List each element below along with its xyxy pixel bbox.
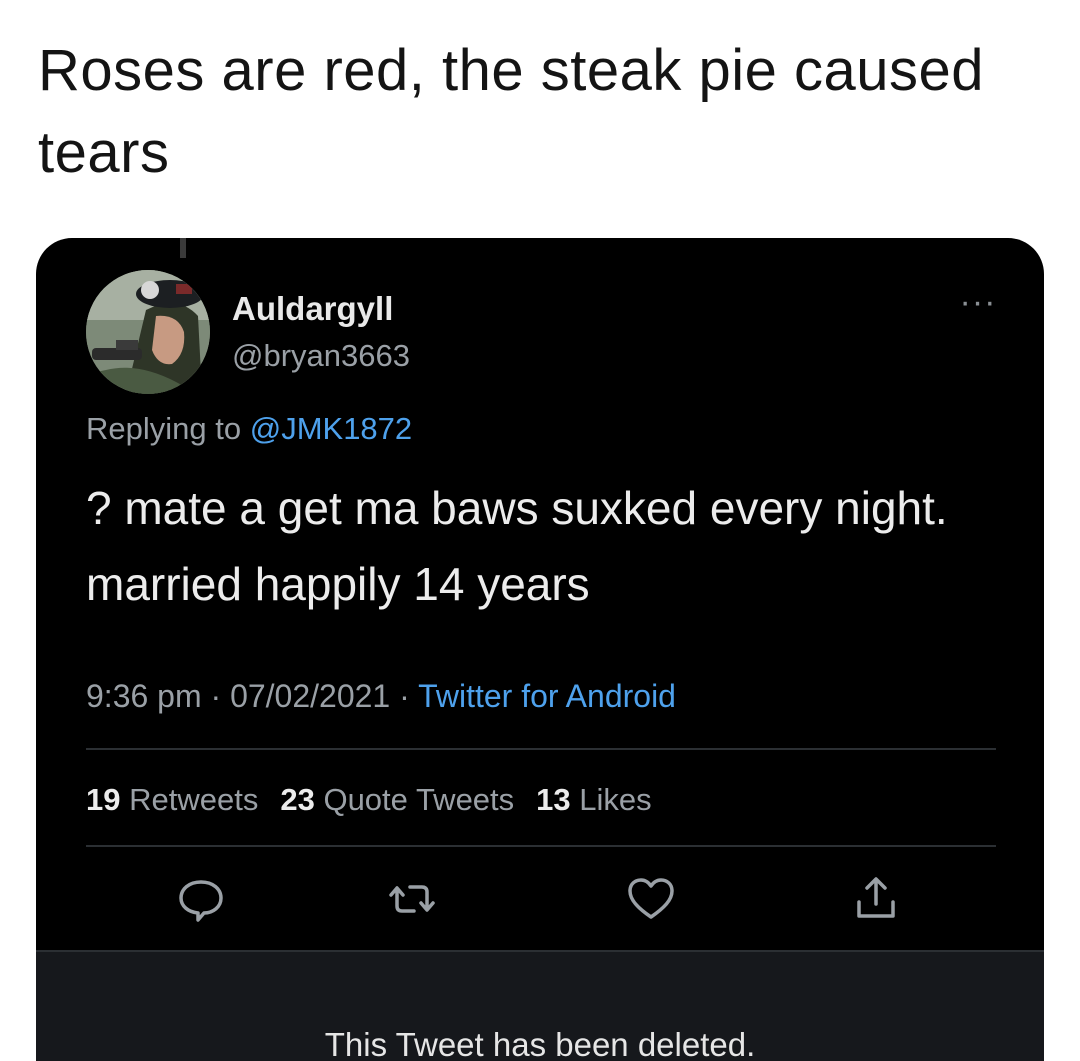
share-icon[interactable] [851, 874, 901, 924]
quote-tweets-count: 23 [280, 782, 315, 817]
avatar[interactable] [86, 270, 210, 394]
tweet-time: 9:36 pm [86, 678, 202, 714]
post-caption: Roses are red, the steak pie caused tear… [38, 38, 985, 185]
tweet-screenshot-card: Auldargyll @bryan3663 ··· Replying to @J… [36, 238, 1044, 1061]
tweet-meta: 9:36 pm · 07/02/2021 · Twitter for Andro… [86, 678, 676, 715]
likes-stat[interactable]: 13 Likes [536, 782, 651, 817]
retweets-label: Retweets [129, 782, 259, 817]
quote-tweets-label: Quote Tweets [323, 782, 515, 817]
meta-separator: · [399, 678, 410, 714]
tweet-date: 07/02/2021 [230, 678, 391, 714]
more-options-icon[interactable]: ··· [948, 285, 1008, 322]
replying-prefix: Replying to [86, 411, 250, 446]
deleted-tweet-notice: This Tweet has been deleted. [36, 950, 1044, 1061]
retweet-icon[interactable] [387, 874, 437, 924]
top-notch [180, 238, 186, 258]
quote-tweets-stat[interactable]: 23 Quote Tweets [280, 782, 514, 817]
replying-to-mention[interactable]: @JMK1872 [250, 411, 412, 446]
divider [86, 845, 996, 847]
action-bar [36, 874, 1044, 924]
like-icon[interactable] [626, 874, 676, 924]
user-handle[interactable]: @bryan3663 [232, 338, 410, 374]
likes-label: Likes [579, 782, 652, 817]
avatar-image [86, 270, 210, 394]
display-name[interactable]: Auldargyll [232, 290, 393, 328]
retweets-stat[interactable]: 19 Retweets [86, 782, 258, 817]
replying-to-line: Replying to @JMK1872 [86, 411, 412, 447]
meta-separator: · [210, 678, 222, 714]
tweet-source[interactable]: Twitter for Android [418, 678, 676, 714]
tweet-text: ? mate a get ma baws suxked every night.… [86, 482, 948, 610]
retweets-count: 19 [86, 782, 121, 817]
reply-icon[interactable] [176, 874, 226, 924]
divider [86, 748, 996, 750]
deleted-tweet-text: This Tweet has been deleted. [324, 1026, 756, 1061]
tweet-stats: 19 Retweets 23 Quote Tweets 13 Likes [86, 782, 652, 818]
likes-count: 13 [536, 782, 571, 817]
